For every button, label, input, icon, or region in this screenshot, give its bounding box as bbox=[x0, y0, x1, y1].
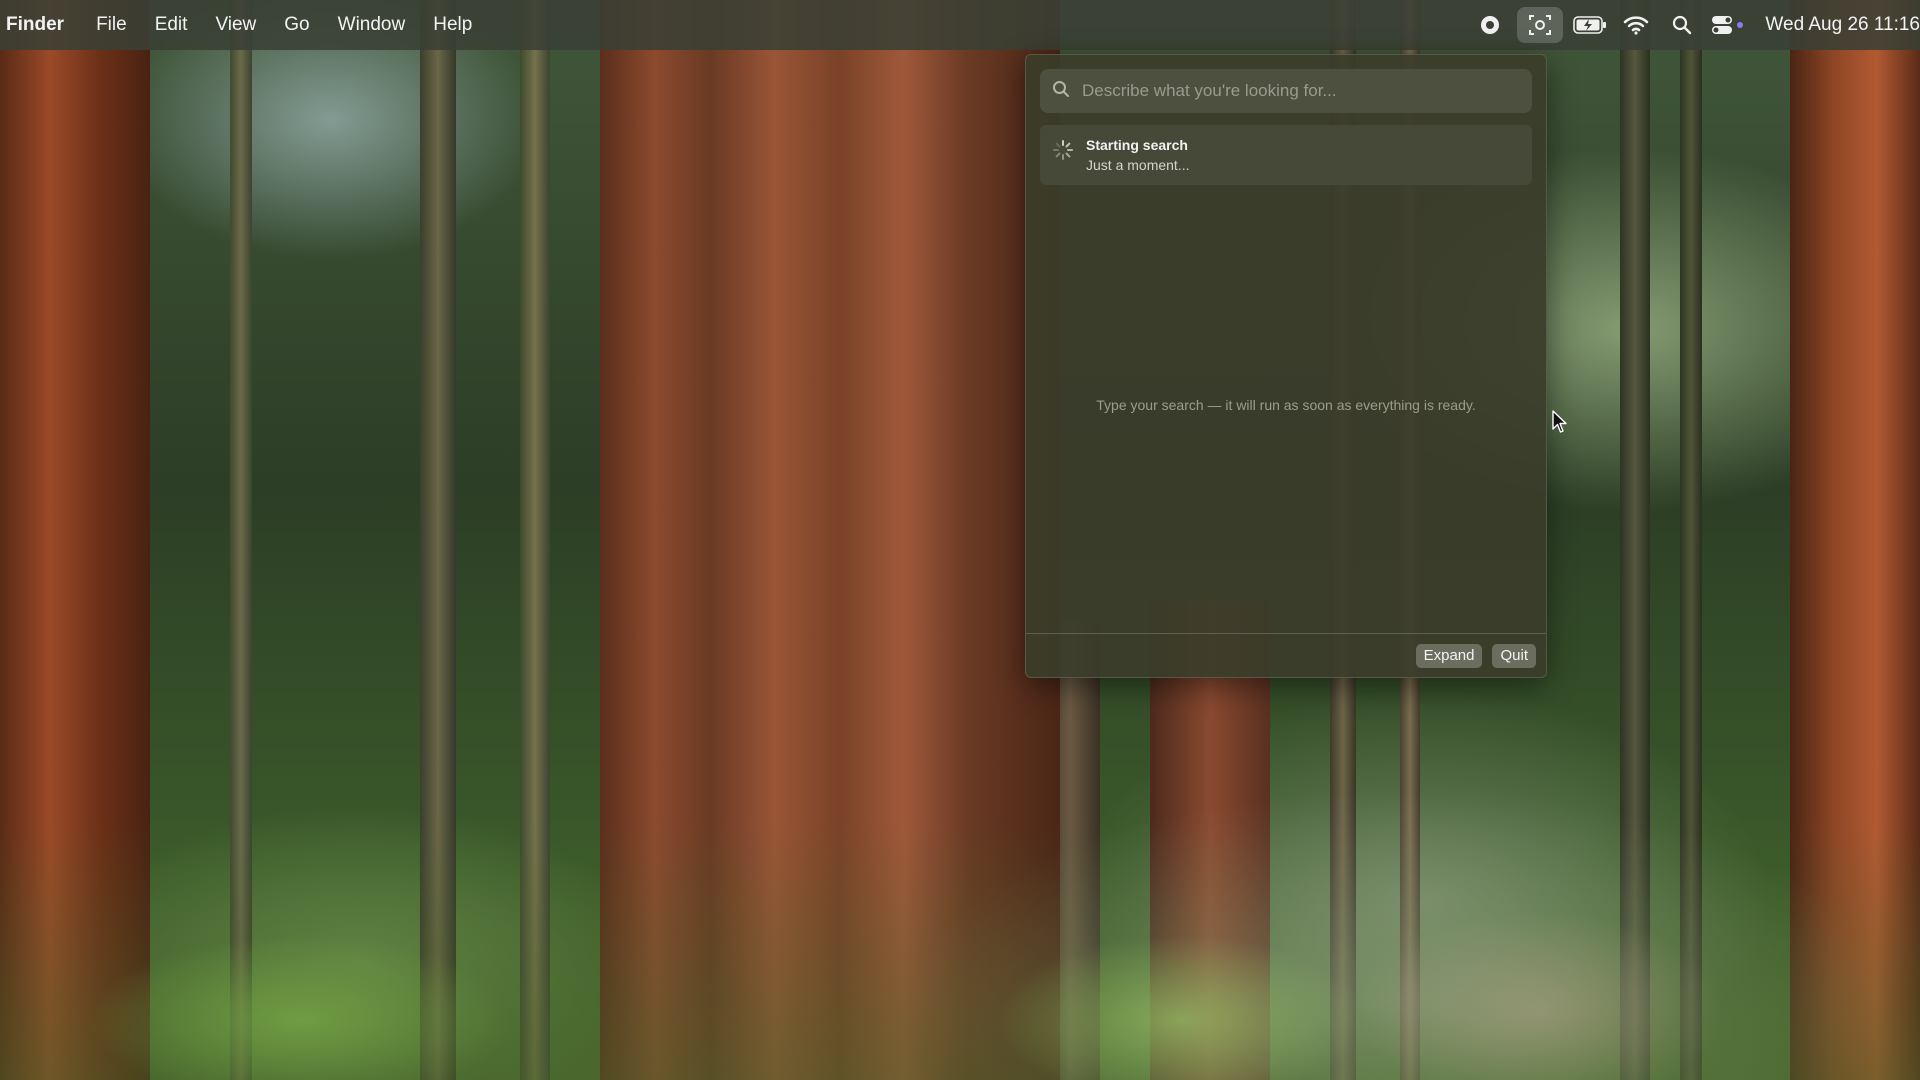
search-status-subtitle: Just a moment... bbox=[1086, 157, 1190, 173]
menu-bar-left: Finder File Edit View Go Window Help bbox=[0, 0, 486, 50]
mouse-pointer-icon bbox=[1552, 410, 1568, 439]
menu-go[interactable]: Go bbox=[270, 0, 323, 50]
forest-fog bbox=[0, 0, 1920, 1080]
menu-bar-status: Wed Aug 26 11:16 bbox=[1467, 0, 1920, 50]
screenshot-icon[interactable] bbox=[1517, 7, 1564, 43]
spotlight-search-icon[interactable] bbox=[1659, 0, 1705, 50]
menu-edit[interactable]: Edit bbox=[141, 0, 202, 50]
panel-footer: Expand Quit bbox=[1026, 633, 1546, 677]
menu-bar-clock[interactable]: Wed Aug 26 11:16 bbox=[1751, 14, 1920, 36]
desktop-wallpaper bbox=[0, 0, 1920, 1080]
loading-spinner-icon bbox=[1052, 139, 1076, 163]
search-field[interactable] bbox=[1040, 69, 1532, 113]
search-icon bbox=[1052, 80, 1070, 103]
search-input[interactable] bbox=[1080, 80, 1532, 102]
search-status-title: Starting search bbox=[1086, 137, 1188, 153]
control-center-icon[interactable] bbox=[1705, 0, 1751, 50]
search-panel: Starting search Just a moment... Type yo… bbox=[1025, 54, 1547, 678]
menu-window[interactable]: Window bbox=[324, 0, 420, 50]
search-hint-text: Type your search — it will run as soon a… bbox=[1096, 397, 1476, 413]
wifi-icon[interactable] bbox=[1613, 0, 1659, 50]
app-menu-finder[interactable]: Finder bbox=[0, 0, 82, 50]
battery-charging-icon[interactable] bbox=[1567, 0, 1613, 50]
search-status-card: Starting search Just a moment... bbox=[1040, 125, 1532, 185]
menu-view[interactable]: View bbox=[201, 0, 270, 50]
menu-bar: Finder File Edit View Go Window Help Wed… bbox=[0, 0, 1920, 50]
expand-button[interactable]: Expand bbox=[1415, 643, 1483, 668]
menu-file[interactable]: File bbox=[82, 0, 141, 50]
search-status-text: Starting search Just a moment... bbox=[1086, 135, 1189, 175]
screen-record-icon[interactable] bbox=[1467, 0, 1513, 50]
quit-button[interactable]: Quit bbox=[1492, 643, 1536, 668]
menu-help[interactable]: Help bbox=[419, 0, 486, 50]
